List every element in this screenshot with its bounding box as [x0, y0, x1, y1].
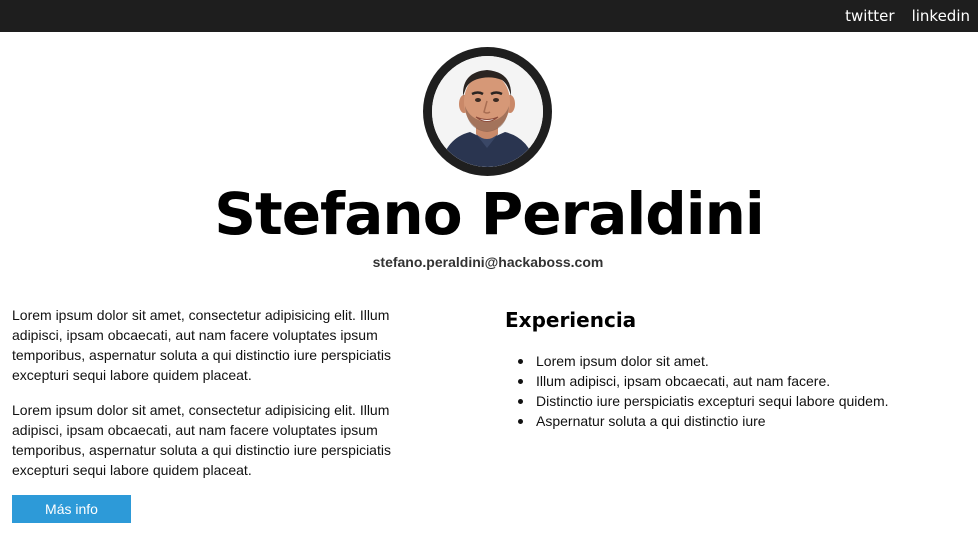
profile-email: stefano.peraldini@hackaboss.com: [372, 254, 604, 270]
experience-section: Experiencia Lorem ipsum dolor sit amet. …: [505, 307, 955, 431]
about-paragraph-1: Lorem ipsum dolor sit amet, consectetur …: [12, 307, 391, 383]
more-info-button[interactable]: Más info: [12, 495, 131, 523]
about-paragraph-2: Lorem ipsum dolor sit amet, consectetur …: [12, 402, 391, 478]
twitter-link[interactable]: twitter: [845, 7, 894, 25]
experience-item: Lorem ipsum dolor sit amet.: [518, 351, 955, 371]
profile-photo-icon: [432, 56, 543, 167]
top-navbar: twitter linkedin: [0, 0, 978, 32]
experience-list: Lorem ipsum dolor sit amet. Illum adipis…: [505, 351, 955, 431]
linkedin-link[interactable]: linkedin: [912, 7, 970, 25]
experience-item: Aspernatur soluta a qui distinctio iure: [518, 411, 955, 431]
experience-title: Experiencia: [505, 308, 637, 332]
profile-name: Stefano Peraldini: [214, 180, 765, 248]
avatar: [432, 56, 543, 167]
avatar-ring: [423, 47, 552, 176]
experience-item: Distinctio iure perspiciatis excepturi s…: [518, 391, 955, 411]
experience-item: Illum adipisci, ipsam obcaecati, aut nam…: [518, 371, 955, 391]
about-section: Lorem ipsum dolor sit amet, consectetur …: [12, 305, 438, 523]
social-nav: twitter linkedin: [845, 0, 970, 32]
